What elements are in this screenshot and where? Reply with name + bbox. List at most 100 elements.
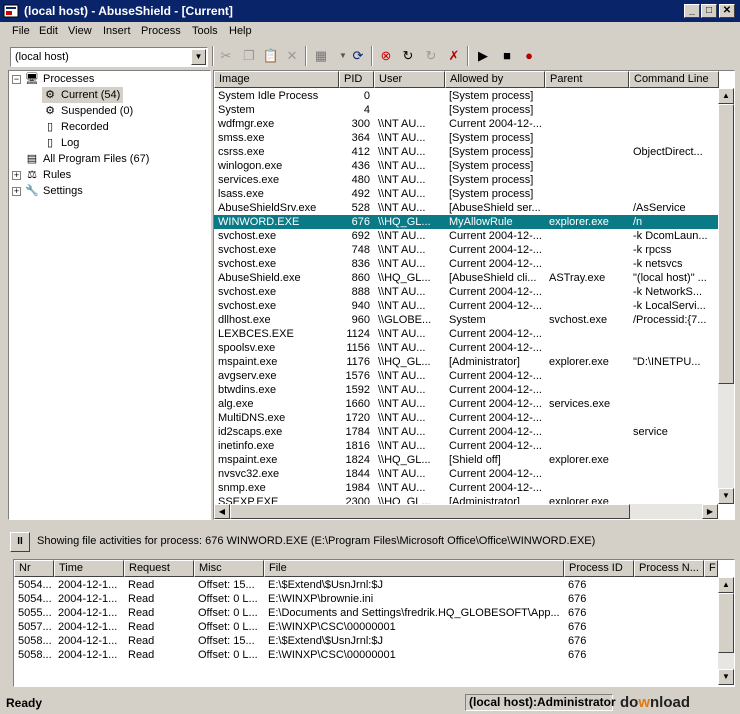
cut-icon[interactable]: ✂ xyxy=(215,45,237,67)
tree-item-recorded[interactable]: ▯ Recorded xyxy=(42,119,109,135)
table-row[interactable]: 5054... 2004-12-1... Read Offset: 0 L... E:\… xyxy=(14,592,718,606)
table-row[interactable]: services.exe 480 \\NT AU... [System process… xyxy=(214,173,719,187)
block-icon[interactable]: ✗ xyxy=(443,45,465,67)
table-row[interactable]: MultiDNS.exe 1720 \\NT AU... Current 2004-1… xyxy=(214,411,719,425)
menu-edit[interactable]: Edit xyxy=(39,25,58,37)
close-icon[interactable]: ✕ xyxy=(719,4,735,18)
table-row[interactable]: svchost.exe 692 \\NT AU... Current 2004-12-… xyxy=(214,229,719,243)
play-icon[interactable]: ▶ xyxy=(472,45,494,67)
table-row[interactable]: 5058... 2004-12-1... Read Offset: 0 L... E:\… xyxy=(14,648,718,662)
scroll-left-icon[interactable]: ◀ xyxy=(214,504,230,519)
table-cell: 5055... xyxy=(18,607,52,619)
table-row[interactable]: btwdins.exe 1592 \\NT AU... Current 2004-12… xyxy=(214,383,719,397)
restart-icon[interactable]: ↻ xyxy=(397,45,419,67)
table-row[interactable]: 5055... 2004-12-1... Read Offset: 0 L... E:\… xyxy=(14,606,718,620)
column-header[interactable]: F xyxy=(704,560,718,577)
table-row[interactable]: wdfmgr.exe 300 \\NT AU... Current 2004-12-.… xyxy=(214,117,719,131)
table-row[interactable]: svchost.exe 748 \\NT AU... Current 2004-12-… xyxy=(214,243,719,257)
scroll-up-icon[interactable]: ▲ xyxy=(718,88,734,104)
horizontal-scrollbar[interactable]: ◀ ▶ xyxy=(214,504,718,519)
table-row[interactable]: 5058... 2004-12-1... Read Offset: 15... E:\$… xyxy=(14,634,718,648)
scroll-right-icon[interactable]: ▶ xyxy=(702,504,718,519)
column-header[interactable]: Time xyxy=(54,560,124,577)
delete-icon[interactable]: ✕ xyxy=(281,45,303,67)
scroll-up-icon[interactable]: ▲ xyxy=(718,577,734,593)
table-row[interactable]: snmp.exe 1984 \\NT AU... Current 2004-12-..… xyxy=(214,481,719,495)
table-row[interactable]: svchost.exe 888 \\NT AU... Current 2004-12-… xyxy=(214,285,719,299)
collapse-icon[interactable]: − xyxy=(12,75,21,84)
table-row[interactable]: AbuseShield.exe 860 \\HQ_GL... [AbuseShield… xyxy=(214,271,719,285)
table-row[interactable]: svchost.exe 940 \\NT AU... Current 2004-12-… xyxy=(214,299,719,313)
table-row[interactable]: dllhost.exe 960 \\GLOBE... System svchost.ex… xyxy=(214,313,719,327)
column-header[interactable]: Process N... xyxy=(634,560,704,577)
table-row[interactable]: svchost.exe 836 \\NT AU... Current 2004-12-… xyxy=(214,257,719,271)
tree-item-processes[interactable]: 🖥 Processes xyxy=(24,71,94,87)
table-row[interactable]: lsass.exe 492 \\NT AU... [System process] xyxy=(214,187,719,201)
table-row[interactable]: System 4 [System process] xyxy=(214,103,719,117)
table-row[interactable]: winlogon.exe 436 \\NT AU... [System process… xyxy=(214,159,719,173)
table-row[interactable]: inetinfo.exe 1816 \\NT AU... Current 2004-1… xyxy=(214,439,719,453)
vertical-scrollbar[interactable]: ▲ ▼ xyxy=(718,577,734,685)
menu-process[interactable]: Process xyxy=(141,25,181,37)
menu-help[interactable]: Help xyxy=(229,25,252,37)
refresh-icon[interactable]: ⟳ xyxy=(347,45,369,67)
table-row[interactable]: mspaint.exe 1176 \\HQ_GL... [Administrator]… xyxy=(214,355,719,369)
maximize-icon[interactable]: □ xyxy=(701,4,717,18)
stop-icon[interactable]: ■ xyxy=(496,45,518,67)
table-row[interactable]: AbuseShieldSrv.exe 528 \\NT AU... [AbuseShi… xyxy=(214,201,719,215)
tree-item-suspended[interactable]: ⚙ Suspended (0) xyxy=(42,103,133,119)
menu-view[interactable]: View xyxy=(68,25,92,37)
table-view-icon[interactable]: ▦ xyxy=(310,45,332,67)
menu-file[interactable]: File xyxy=(12,25,30,37)
tree-item-rules[interactable]: ⚖ Rules xyxy=(24,167,71,183)
column-header[interactable]: Parent xyxy=(545,71,629,88)
column-header[interactable]: Misc xyxy=(194,560,264,577)
kill-process-icon[interactable]: ⊗ xyxy=(375,45,397,67)
column-header[interactable]: Request xyxy=(124,560,194,577)
minimize-icon[interactable]: _ xyxy=(684,4,700,18)
vertical-scrollbar[interactable]: ▲ ▼ xyxy=(718,88,734,504)
host-select[interactable]: (local host) ▼ xyxy=(10,47,208,67)
table-row[interactable]: csrss.exe 412 \\NT AU... [System process] Ob… xyxy=(214,145,719,159)
tree-item-all-program-files[interactable]: ▤ All Program Files (67) xyxy=(24,151,150,167)
table-row[interactable]: id2scaps.exe 1784 \\NT AU... Current 2004-1… xyxy=(214,425,719,439)
scroll-down-icon[interactable]: ▼ xyxy=(718,488,734,504)
scroll-down-icon[interactable]: ▼ xyxy=(718,669,734,685)
scroll-thumb[interactable] xyxy=(718,104,734,384)
table-row[interactable]: mspaint.exe 1824 \\HQ_GL... [Shield off] exp… xyxy=(214,453,719,467)
column-header[interactable]: Allowed by xyxy=(445,71,545,88)
pause-button[interactable]: II xyxy=(10,532,30,552)
record-icon[interactable]: ● xyxy=(518,45,540,67)
table-row[interactable]: 5054... 2004-12-1... Read Offset: 15... E:\$… xyxy=(14,578,718,592)
menu-tools[interactable]: Tools xyxy=(192,25,218,37)
column-header[interactable]: Process ID xyxy=(564,560,634,577)
reload-icon[interactable]: ↻ xyxy=(420,45,442,67)
table-row[interactable]: smss.exe 364 \\NT AU... [System process] xyxy=(214,131,719,145)
table-row[interactable]: alg.exe 1660 \\NT AU... Current 2004-12-...… xyxy=(214,397,719,411)
expand-icon[interactable]: + xyxy=(12,187,21,196)
column-header[interactable]: File xyxy=(264,560,564,577)
tree-item-current[interactable]: ⚙ Current (54) xyxy=(42,87,124,103)
table-row[interactable]: nvsvc32.exe 1844 \\NT AU... Current 2004-12… xyxy=(214,467,719,481)
column-header[interactable]: User xyxy=(374,71,445,88)
table-cell: 5058... xyxy=(18,649,52,661)
copy-icon[interactable]: ❐ xyxy=(238,45,260,67)
column-header[interactable]: PID xyxy=(339,71,374,88)
column-header[interactable]: Command Line xyxy=(629,71,719,88)
tree-item-log[interactable]: ▯ Log xyxy=(42,135,79,151)
column-header[interactable]: Nr xyxy=(14,560,54,577)
column-header[interactable]: Image xyxy=(214,71,339,88)
table-row[interactable]: WINWORD.EXE 676 \\HQ_GL... MyAllowRule explo… xyxy=(214,215,719,229)
table-row[interactable]: 5057... 2004-12-1... Read Offset: 0 L... E:\… xyxy=(14,620,718,634)
table-row[interactable]: LEXBCES.EXE 1124 \\NT AU... Current 2004-12… xyxy=(214,327,719,341)
tree-item-settings[interactable]: 🔧 Settings xyxy=(24,183,83,199)
table-row[interactable]: System Idle Process 0 [System process] xyxy=(214,89,719,103)
scroll-thumb[interactable] xyxy=(718,593,734,653)
expand-icon[interactable]: + xyxy=(12,171,21,180)
table-row[interactable]: spoolsv.exe 1156 \\NT AU... Current 2004-12… xyxy=(214,341,719,355)
menu-insert[interactable]: Insert xyxy=(103,25,131,37)
paste-icon[interactable]: 📋 xyxy=(260,45,282,67)
scroll-thumb[interactable] xyxy=(230,504,630,519)
table-row[interactable]: avgserv.exe 1576 \\NT AU... Current 2004-12… xyxy=(214,369,719,383)
chevron-down-icon[interactable]: ▼ xyxy=(191,49,206,65)
